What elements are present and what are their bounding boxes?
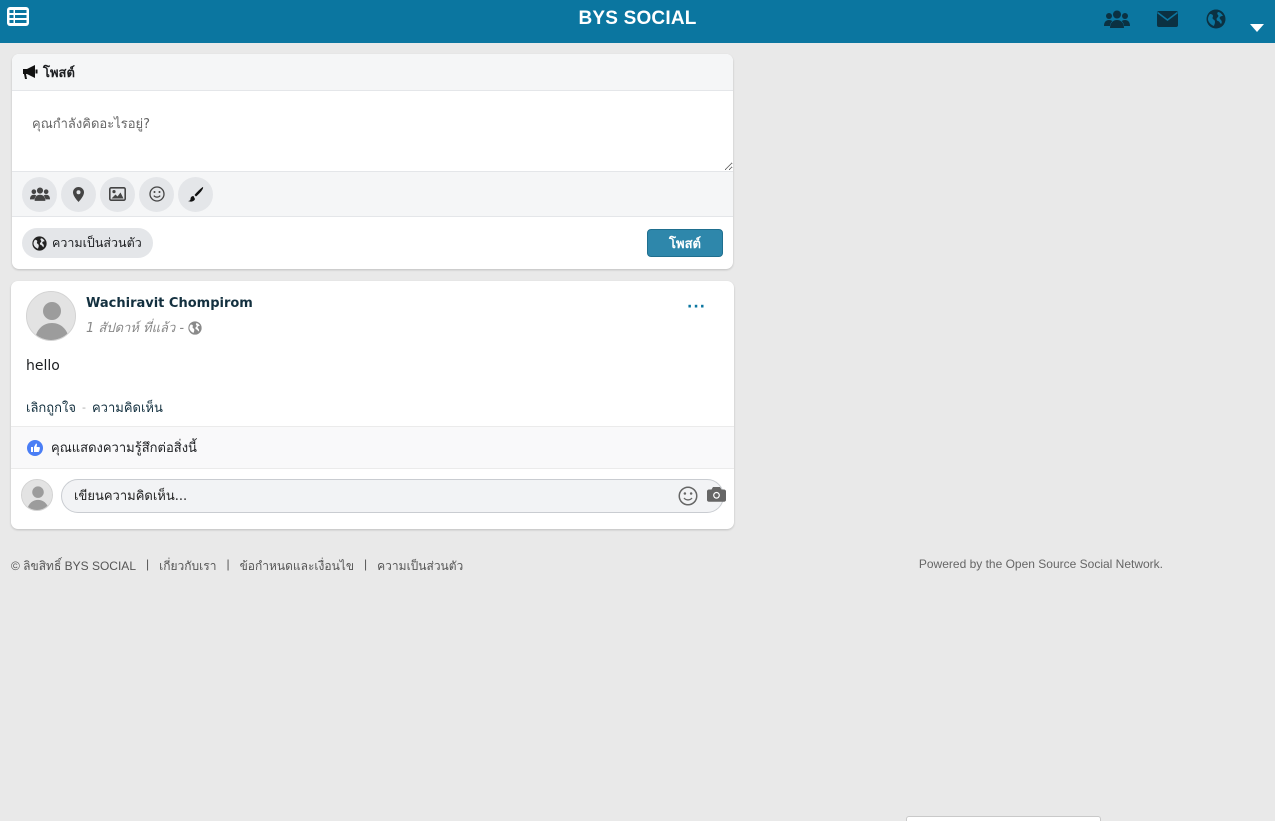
public-globe-icon [188,320,202,335]
post-time: 1 สัปดาห์ ที่แล้ว - [86,321,185,336]
powered-by-text: Powered by the Open Source Social Networ… [918,557,1163,571]
privacy-label: ความเป็นส่วนตัว [52,235,142,250]
photo-icon[interactable] [100,176,135,212]
chat-bar-tab[interactable] [906,816,1101,821]
post-meta: 1 สัปดาห์ ที่แล้ว - [86,317,202,338]
composer-header: โพสต์ [12,54,733,91]
location-pin-icon[interactable] [61,176,96,212]
footer-divider: | [226,557,230,571]
comment-link[interactable]: ความคิดเห็น [92,397,163,418]
post-options-button[interactable]: ··· [687,299,706,315]
composer-toolbar [12,171,733,217]
megaphone-icon [23,65,38,79]
emoji-icon[interactable] [139,176,174,212]
post-submit-button[interactable]: โพสต์ [647,229,723,257]
composer-actions: ความเป็นส่วนตัว โพสต์ [12,217,733,269]
reaction-summary: คุณแสดงความรู้สึกต่อสิ่งนี้ [11,426,734,469]
composer-title: โพสต์ [43,65,75,81]
brush-icon[interactable] [178,176,213,212]
post-composer: โพสต์ ความเป็นส่วนตัว โพสต์ [12,54,733,269]
post-actions: เลิกถูกใจ - ความคิดเห็น [26,397,163,418]
about-link[interactable]: เกี่ยวกับเรา [159,557,216,576]
tag-friends-icon[interactable] [22,176,57,212]
privacy-link[interactable]: ความเป็นส่วนตัว [377,557,463,576]
notifications-globe-icon[interactable] [1206,9,1226,33]
caret-down-icon[interactable] [1250,18,1264,37]
friends-icon[interactable] [1104,10,1130,32]
post-text: hello [26,358,60,374]
like-thumb-icon [27,439,43,456]
post-card: Wachiravit Chompirom 1 สัปดาห์ ที่แล้ว -… [11,281,734,529]
comment-camera-icon[interactable] [707,486,726,506]
post-author-name[interactable]: Wachiravit Chompirom [86,296,253,311]
globe-icon [32,235,47,251]
comment-input[interactable] [61,479,724,513]
site-title[interactable]: BYS SOCIAL [0,8,1275,30]
footer-divider: | [364,557,368,571]
privacy-button[interactable]: ความเป็นส่วนตัว [22,228,153,258]
footer-divider: | [146,557,150,571]
comment-emoji-icon[interactable] [678,486,698,510]
terms-link[interactable]: ข้อกำหนดและเงื่อนไข [240,557,354,576]
footer-links: © ลิขสิทธิ์ BYS SOCIAL | เกี่ยวกับเรา | … [11,557,463,576]
top-navbar: BYS SOCIAL [0,0,1275,43]
reaction-text: คุณแสดงความรู้สึกต่อสิ่งนี้ [51,441,197,456]
comment-composer [21,477,726,513]
unlike-link[interactable]: เลิกถูกใจ [26,397,76,418]
separator: - [82,401,86,414]
copyright-text: © ลิขสิทธิ์ BYS SOCIAL [11,559,136,573]
commenter-avatar [21,479,53,511]
author-avatar[interactable] [26,291,76,341]
post-text-input[interactable] [12,91,733,171]
messages-icon[interactable] [1157,11,1178,31]
